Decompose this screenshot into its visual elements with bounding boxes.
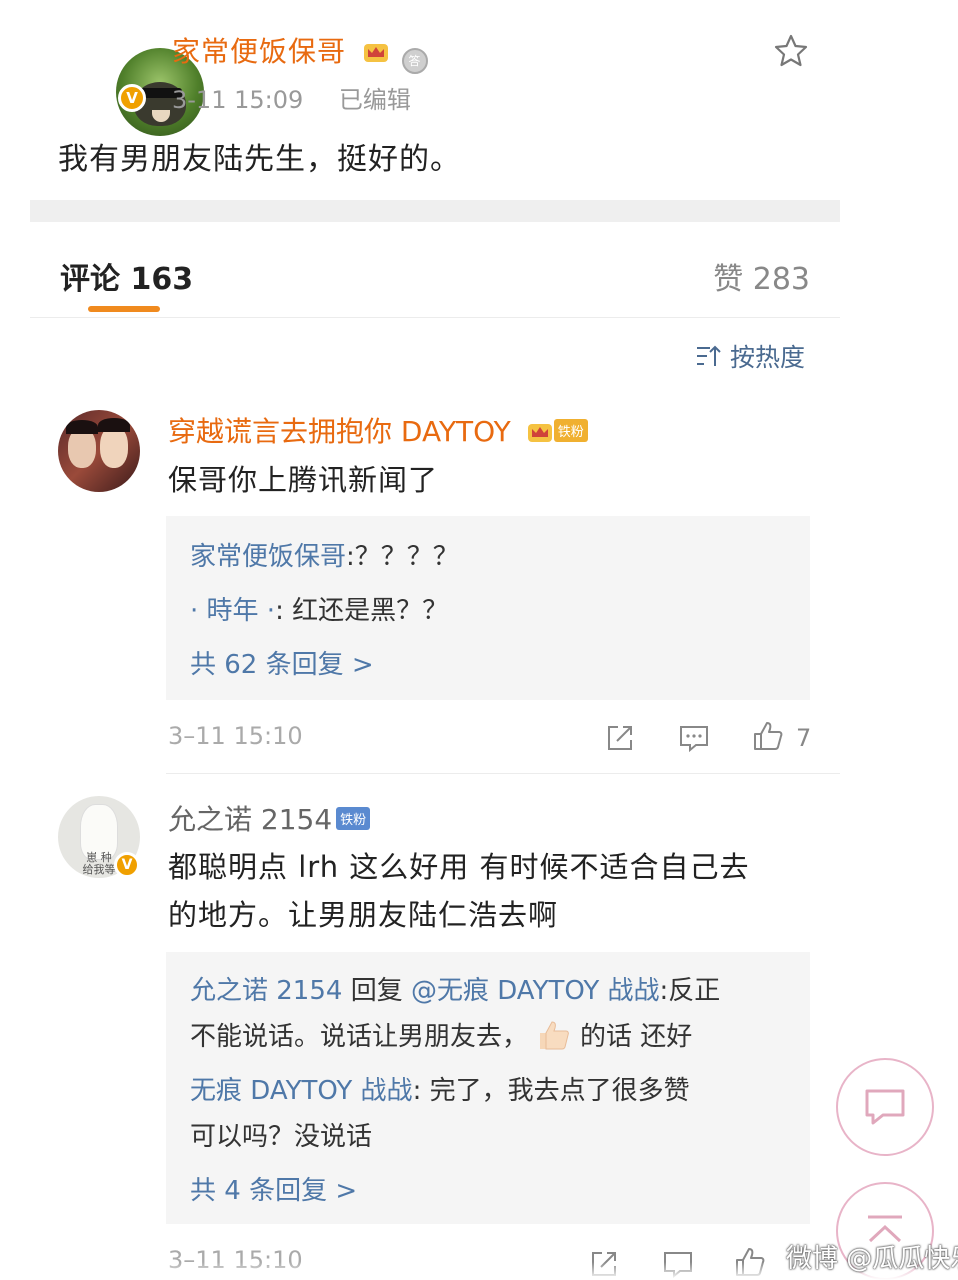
author-name-text: 家常便饭保哥 <box>172 35 347 68</box>
reply-text: :？？？？ <box>346 542 459 572</box>
comment-author[interactable]: 允之诺 2154 铁粉 <box>168 798 371 838</box>
watermark: 微博 @瓜瓜快乐 <box>786 1244 958 1274</box>
post-time: 3-11 15:09 <box>172 86 304 114</box>
reply-line: 不能说话。说话让男朋友去， 的话 还好 <box>190 1016 692 1053</box>
post-header: V 家常便饭保哥 答 3-11 15:09 已编辑 我有男朋友陆先生，挺好的。 <box>0 0 958 200</box>
post-author-avatar[interactable]: V <box>58 24 204 136</box>
reply-line: 可以吗？没说话 <box>190 1116 372 1153</box>
star-icon[interactable] <box>772 32 810 70</box>
reply-line: · 時年 ·: 红还是黑？？ <box>190 590 448 627</box>
view-more-replies[interactable]: 共 62 条回复 > <box>190 644 374 681</box>
reply-author[interactable]: 无痕 DAYTOY 战战 <box>190 1076 413 1106</box>
verified-badge: V <box>118 84 146 112</box>
sort-icon <box>697 345 721 366</box>
reply-text: 不能说话。说话让男朋友去， <box>190 1022 529 1052</box>
reply-text: : 红还是黑？？ <box>275 596 449 626</box>
sort-label: 按热度 <box>730 343 806 372</box>
crown-icon <box>527 424 552 442</box>
comment-icon[interactable] <box>678 722 710 754</box>
tab-comments[interactable]: 评论 163 <box>60 254 193 298</box>
reply-text: 的话 还好 <box>580 1022 693 1052</box>
floating-comment-button[interactable] <box>836 1058 934 1156</box>
reply-preview-box[interactable]: 家常便饭保哥:？？？？ · 時年 ·: 红还是黑？？ 共 62 条回复 > <box>166 516 810 700</box>
comment-author-name: 穿越谎言去拥抱你 DAYTOY <box>168 415 511 448</box>
comment-divider <box>166 773 840 774</box>
reply-line: 允之诺 2154 回复 @无痕 DAYTOY 战战:反正 <box>190 970 720 1007</box>
comment-text-line: 都聪明点 lrh 这么好用 有时候不适合自己去 <box>168 850 750 884</box>
crown-icon <box>363 44 388 62</box>
reply-author[interactable]: 家常便饭保哥 <box>190 542 346 572</box>
reply-author[interactable]: 允之诺 2154 <box>190 976 342 1006</box>
reply-mention[interactable]: @无痕 DAYTOY 战战 <box>411 976 660 1006</box>
fan-badge: 铁粉 <box>553 419 588 442</box>
chat-bubble-icon <box>865 1089 905 1125</box>
post-body: 我有男朋友陆先生，挺好的。 <box>58 142 461 177</box>
reply-line: 家常便饭保哥:？？？？ <box>190 536 459 573</box>
comment-avatar[interactable]: 崽 种 给我等 V <box>58 796 144 882</box>
comment-text-line: 的地方。让男朋友陆仁浩去啊 <box>168 898 559 932</box>
medal-icon: 答 <box>401 48 428 74</box>
comment-text: 保哥你上腾讯新闻了 <box>168 463 439 497</box>
comment-tabs: 评论 163 赞 283 <box>30 222 840 318</box>
edited-label: 已编辑 <box>338 86 411 114</box>
reply-author[interactable]: · 時年 · <box>190 596 275 626</box>
thumbs-up-emoji-icon <box>540 1021 569 1050</box>
active-tab-indicator <box>88 306 160 312</box>
comment-author[interactable]: 穿越谎言去拥抱你 DAYTOY 铁粉 <box>168 410 588 450</box>
comment-author-name: 允之诺 2154 <box>168 803 333 836</box>
share-icon[interactable] <box>604 722 636 754</box>
reply-line: 无痕 DAYTOY 战战: 完了，我去点了很多赞 <box>190 1070 690 1107</box>
verified-badge: V <box>114 852 140 878</box>
reply-preview-box[interactable]: 允之诺 2154 回复 @无痕 DAYTOY 战战:反正 不能说话。说话让男朋友… <box>166 952 810 1224</box>
section-divider <box>30 200 840 222</box>
comment-time: 3–11 15:10 <box>168 722 303 750</box>
reply-text: 可以吗？没说话 <box>190 1122 373 1152</box>
like-count: 7 <box>796 724 812 752</box>
fan-badge: 铁粉 <box>336 807 371 830</box>
like-icon[interactable] <box>752 720 784 752</box>
tab-likes[interactable]: 赞 283 <box>713 254 810 298</box>
post-meta: 3-11 15:09 已编辑 <box>172 80 411 115</box>
reply-verb: 回复 <box>342 976 411 1006</box>
comment-avatar[interactable] <box>58 410 140 492</box>
post-author-name[interactable]: 家常便饭保哥 答 <box>172 30 428 74</box>
view-more-replies[interactable]: 共 4 条回复 > <box>190 1170 357 1207</box>
sort-button[interactable]: 按热度 <box>696 338 805 374</box>
reply-text: : 完了，我去点了很多赞 <box>412 1076 690 1106</box>
reply-text: :反正 <box>659 976 721 1006</box>
